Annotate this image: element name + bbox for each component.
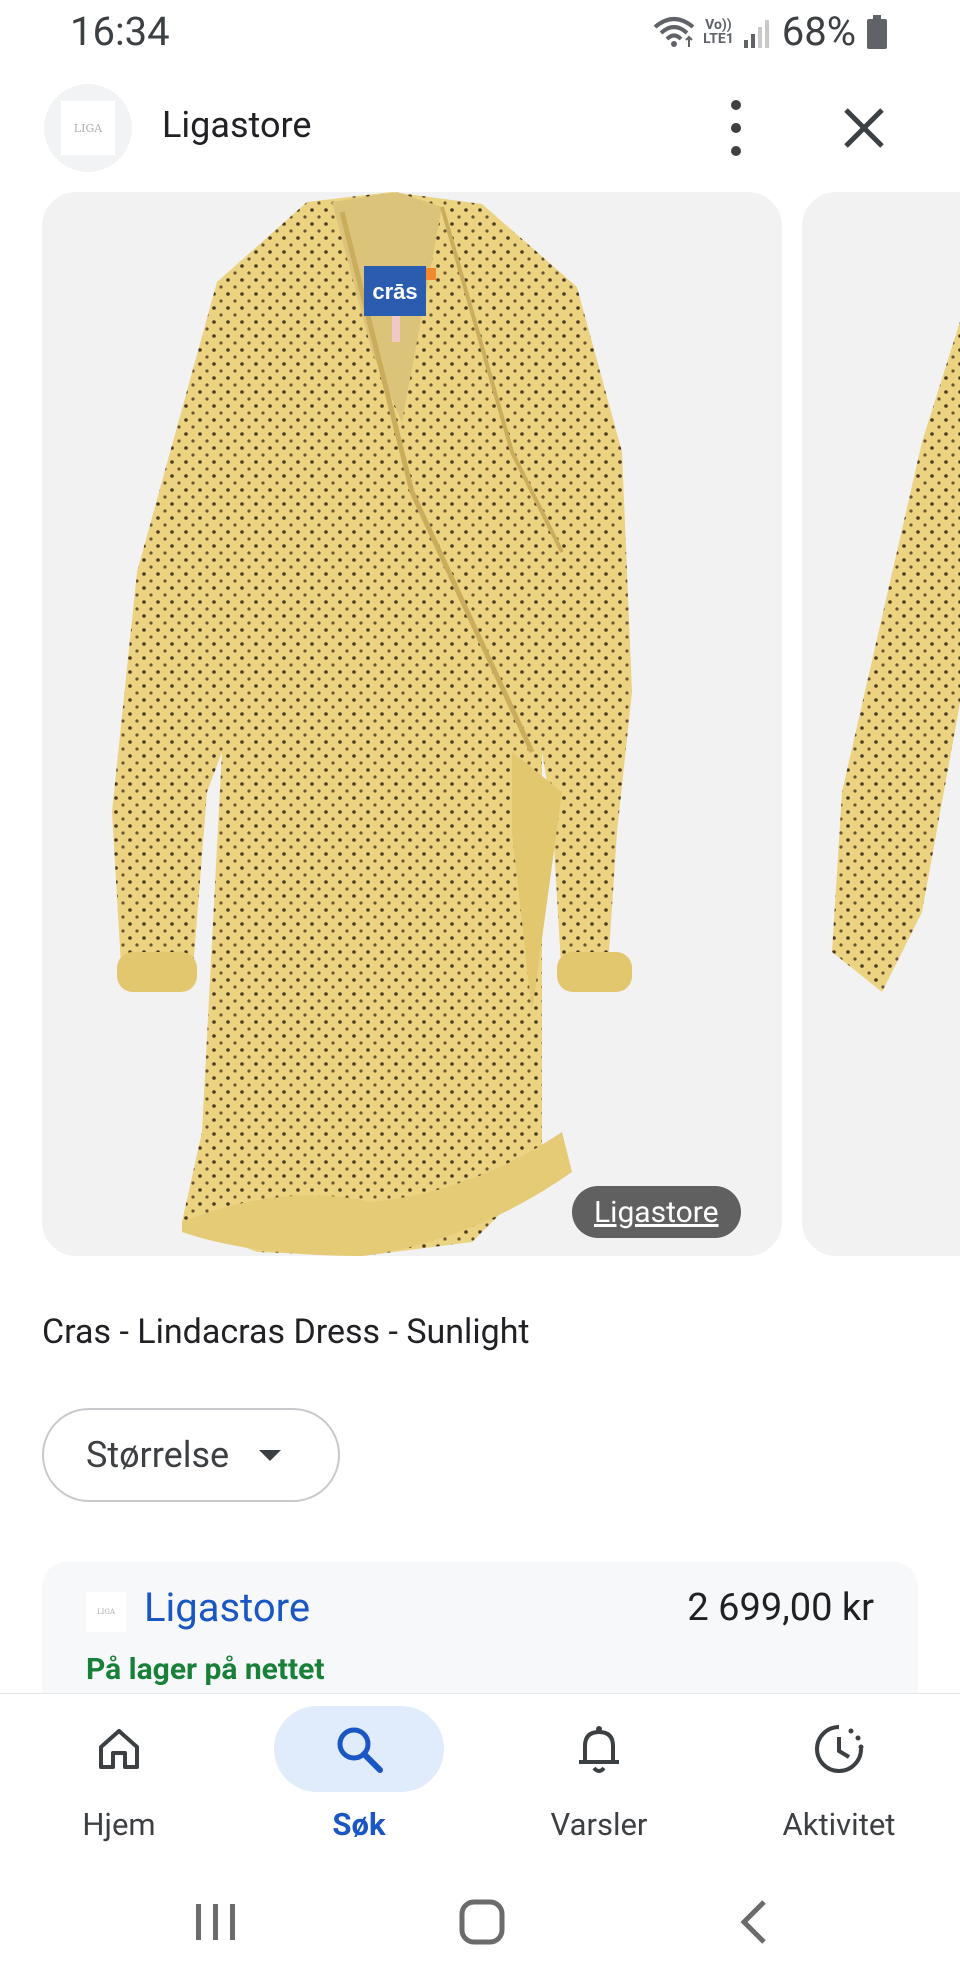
network-type: Vo)) LTE1 [703,18,734,46]
nav-home[interactable]: Hjem [34,1694,204,1843]
nav-search[interactable]: Søk [274,1694,444,1843]
signal-icon [743,19,769,48]
close-icon[interactable] [838,102,890,154]
back-icon[interactable] [730,1894,780,1950]
site-logo-text: LIGA [61,101,115,155]
site-title: Ligastore [162,104,312,146]
bell-icon [579,1726,619,1773]
product-image-next[interactable] [802,192,960,1256]
dress-illustration-next [832,321,960,992]
nav-home-label: Hjem [82,1806,156,1843]
recent-apps-icon[interactable] [190,1894,242,1950]
nav-activity[interactable]: Aktivitet [754,1694,924,1843]
store-logo: LIGA [86,1592,126,1632]
product-title: Cras - Lindacras Dress - Sunlight [42,1312,530,1352]
status-time: 16:34 [70,8,170,55]
stock-status: På lager på nettet [86,1652,325,1687]
battery-percent: 68% [781,8,856,55]
product-image[interactable]: crās [42,192,782,1256]
status-icons: Vo)) LTE1 68% [653,8,888,55]
dropdown-arrow-icon [259,1449,282,1461]
offer-price: 2 699,00 kr [687,1586,874,1630]
site-logo: LIGA [44,84,132,172]
activity-icon [815,1725,864,1773]
more-vert-icon[interactable] [714,100,758,156]
network-lte: LTE1 [703,30,734,47]
nav-notifications-label: Varsler [550,1806,648,1843]
home-icon [99,1729,139,1769]
bottom-navigation: Hjem Søk Varsler Aktivitet [0,1694,960,1878]
nav-search-label: Søk [332,1806,386,1843]
search-icon [337,1727,383,1773]
wifi-icon [653,16,695,47]
home-button-icon[interactable] [456,1894,512,1950]
battery-icon [867,14,887,49]
brand-tag: crās [372,279,417,304]
nav-activity-label: Aktivitet [782,1806,896,1843]
size-dropdown[interactable]: Størrelse [42,1408,340,1502]
system-navigation [0,1878,960,1973]
nav-notifications[interactable]: Varsler [514,1694,684,1843]
dress-illustration: crās [112,192,632,1256]
source-chip[interactable]: Ligastore [572,1186,741,1238]
size-dropdown-label: Størrelse [86,1434,230,1476]
store-name-link[interactable]: Ligastore [144,1584,310,1631]
network-volte: Vo)) [705,16,732,33]
